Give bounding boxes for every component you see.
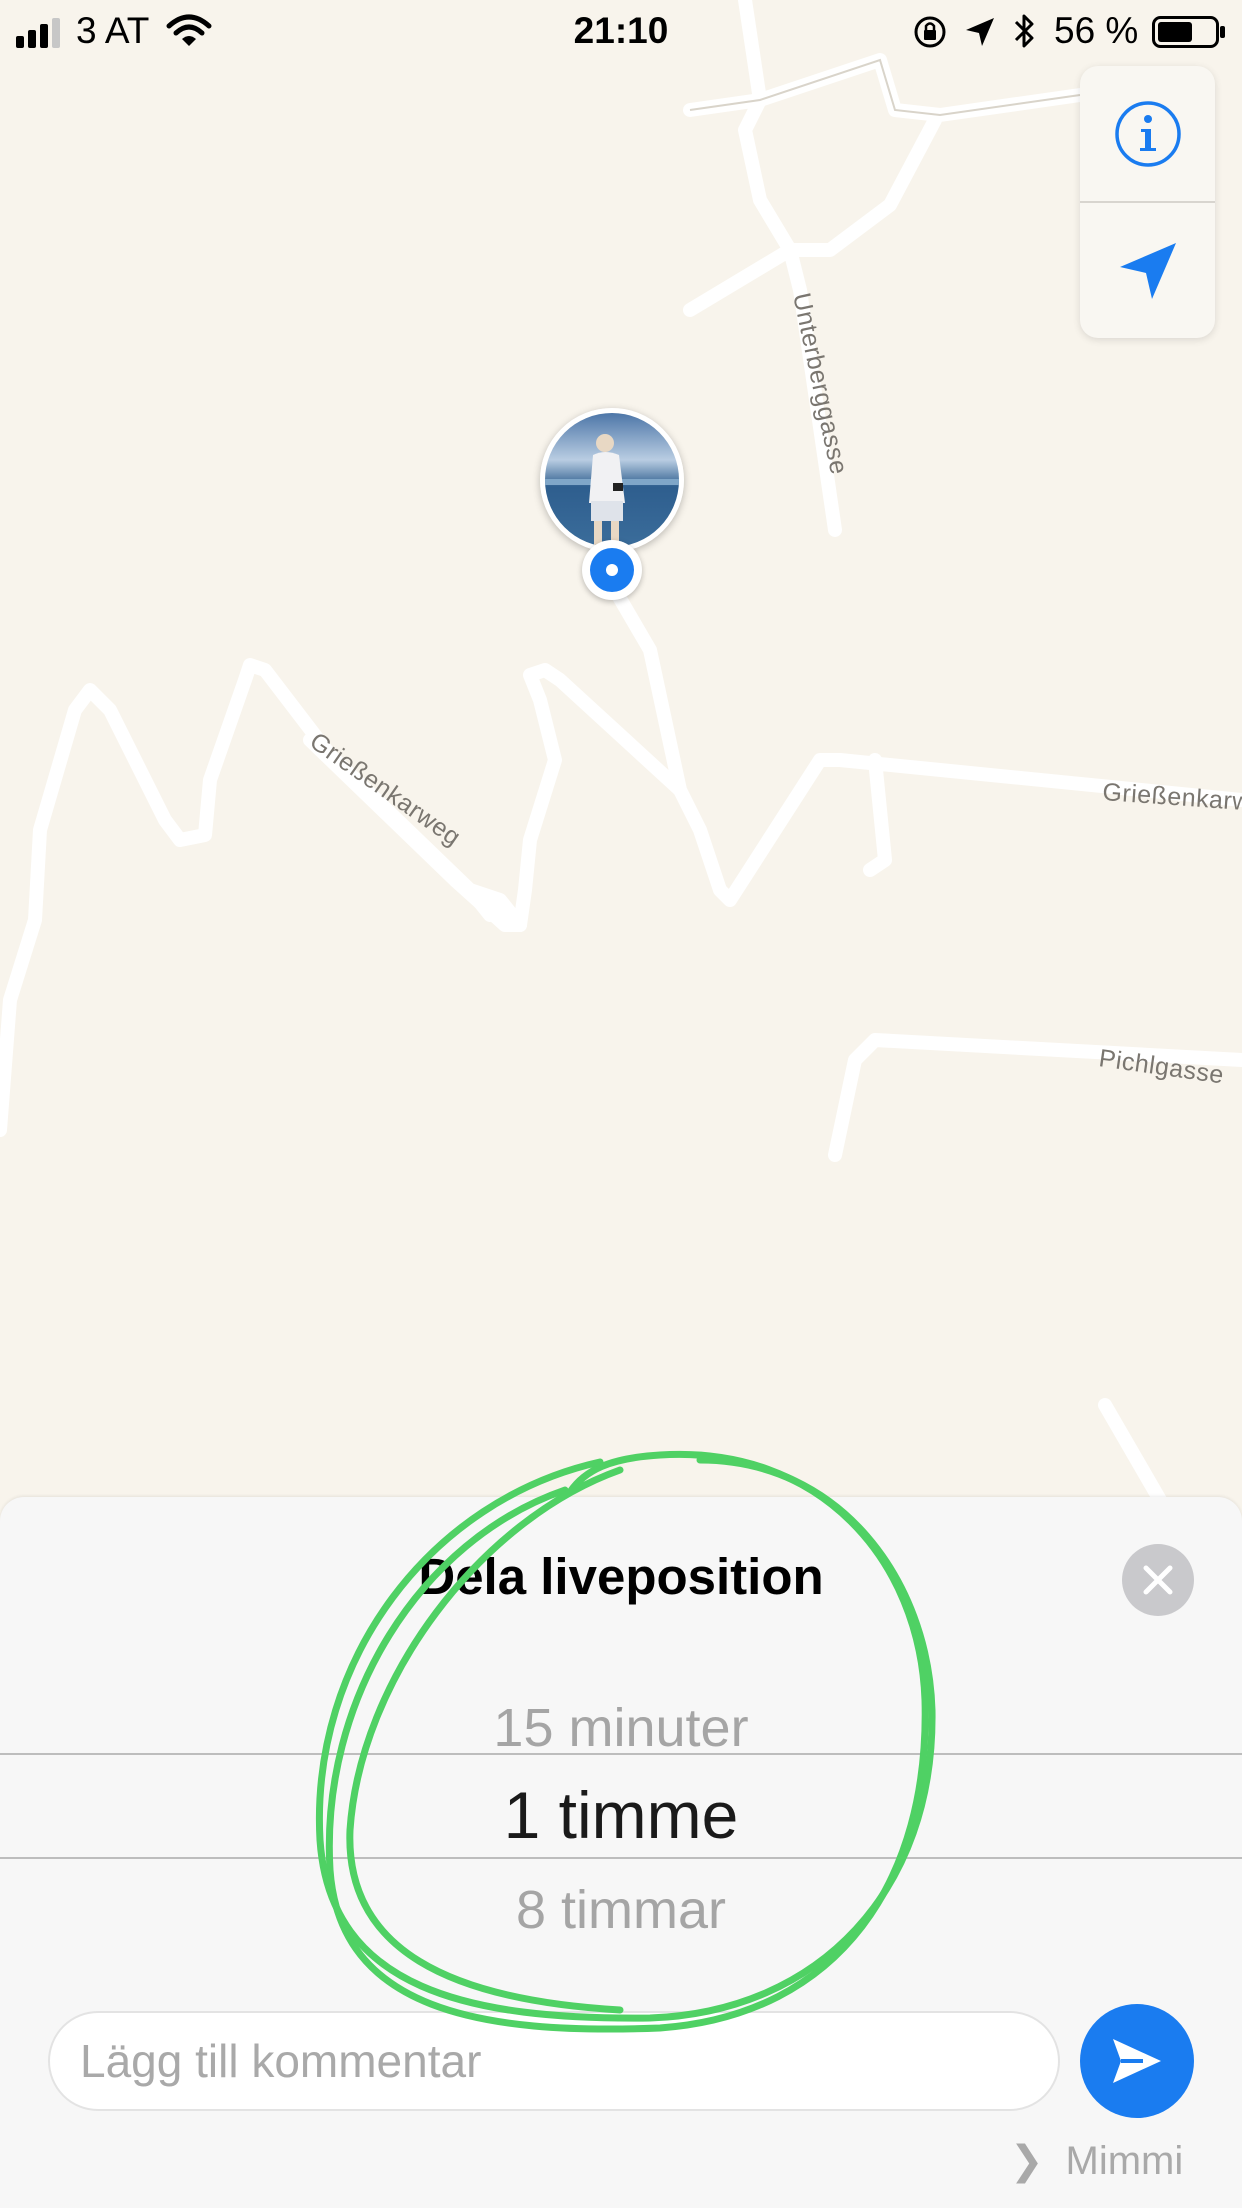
orientation-lock-icon — [914, 16, 946, 48]
battery-icon — [1152, 16, 1225, 48]
picker-selection-line-bottom — [0, 1857, 1242, 1859]
send-button[interactable] — [1080, 2004, 1194, 2118]
map-view[interactable]: Unterberggasse Grießenkarweg Grießenkarw… — [0, 0, 1242, 1500]
recipient-link[interactable]: ❯ Mimmi — [1010, 2133, 1210, 2189]
share-live-location-sheet: Dela liveposition 15 minuter 1 timme 8 t… — [0, 1497, 1242, 2208]
comment-field[interactable] — [48, 2011, 1060, 2111]
info-button[interactable] — [1080, 66, 1215, 201]
road-label-unterberggasse: Unterberggasse — [787, 290, 853, 477]
avatar — [540, 408, 684, 552]
map-controls — [1080, 66, 1215, 338]
close-icon — [1143, 1565, 1173, 1595]
picker-option-selected[interactable]: 1 timme — [0, 1777, 1242, 1853]
picker-option[interactable]: 8 timmar — [0, 1879, 1242, 1941]
picker-option[interactable]: 15 minuter — [0, 1697, 1242, 1759]
duration-picker[interactable]: 15 minuter 1 timme 8 timmar — [0, 1667, 1242, 1940]
current-location-button[interactable] — [1080, 203, 1215, 338]
send-icon — [1113, 2039, 1161, 2083]
sheet-title: Dela liveposition — [418, 1548, 824, 1605]
location-services-icon — [966, 18, 994, 46]
recipient-name: Mimmi — [1065, 2138, 1184, 2183]
map-roads: Unterberggasse Grießenkarweg Grießenkarw… — [0, 0, 1242, 1500]
road-label-griessenkarweg: Grießenkarweg — [305, 727, 466, 852]
bluetooth-icon — [1014, 14, 1034, 48]
info-icon — [1114, 100, 1181, 167]
chevron-right-icon: ❯ — [1010, 2139, 1044, 2183]
road-label-griessenkarweg-right: Grießenkarw — [1102, 778, 1242, 816]
comment-input[interactable] — [80, 2013, 1030, 2109]
user-location-pin[interactable] — [540, 408, 684, 604]
location-dot — [582, 540, 642, 600]
status-bar: 3 AT 21:10 56 % — [0, 0, 1242, 62]
location-arrow-icon — [1119, 242, 1176, 299]
battery-percentage: 56 % — [1054, 10, 1139, 51]
close-button[interactable] — [1122, 1544, 1194, 1616]
